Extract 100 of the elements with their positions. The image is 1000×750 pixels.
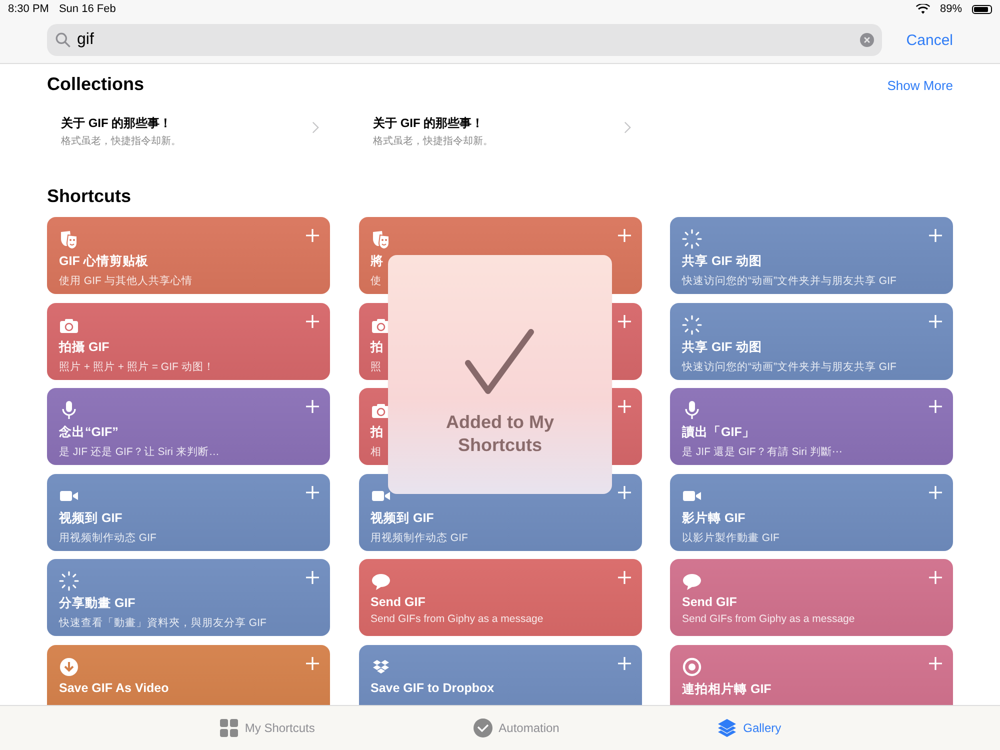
section-heading: Shortcuts	[47, 186, 132, 207]
collection-title: 关于 GIF 的那些事！	[61, 115, 173, 132]
shortcut-subtitle: 快速访问您的“动画”文件夹并与朋友共享 GIF	[682, 274, 896, 288]
shortcut-title: 拍攝 GIF	[59, 338, 110, 356]
target-icon	[682, 656, 702, 676]
shortcut-title: 共享 GIF 动图	[682, 253, 762, 270]
spinner-icon	[59, 571, 79, 591]
shortcut-title: GIF 心情剪贴板	[59, 253, 148, 270]
microphone-icon	[682, 400, 702, 420]
shortcut-subtitle: 使用 GIF 与其他人共享心情	[59, 274, 192, 288]
shortcut-card[interactable]: 影片轉 GIF 以影片製作動畫 GIF	[670, 474, 953, 550]
shortcut-card[interactable]: 共享 GIF 动图 快速访问您的“动画”文件夹并与朋友共享 GIF	[670, 302, 953, 380]
wifi-icon	[916, 4, 930, 14]
tab-item[interactable]: Automation	[468, 706, 564, 750]
shortcut-card[interactable]: Send GIF Send GIFs from Giphy as a message	[670, 559, 953, 636]
spinner-icon	[682, 314, 702, 334]
chevron-icon	[624, 121, 631, 134]
shortcut-title: 將	[370, 253, 384, 270]
add-button[interactable]	[306, 400, 319, 413]
shortcut-card[interactable]: 视频到 GIF 用视频制作动态 GIF	[47, 474, 330, 550]
add-button[interactable]	[929, 229, 942, 242]
battery-percent: 89%	[940, 3, 962, 15]
add-button[interactable]	[618, 314, 630, 328]
shortcut-subtitle: 用视频制作动态 GIF	[59, 530, 156, 544]
grid-icon	[218, 718, 239, 738]
add-button[interactable]	[929, 314, 942, 328]
add-button[interactable]	[618, 486, 630, 498]
shortcut-subtitle: 使	[370, 274, 382, 288]
shortcut-title: 分享動畫 GIF	[59, 595, 136, 612]
tab-item[interactable]: My Shortcuts	[214, 706, 319, 750]
add-button[interactable]	[618, 400, 630, 413]
shortcut-subtitle: Send GIFs from Giphy as a message	[682, 613, 855, 625]
shortcut-subtitle: 快速访问您的“动画”文件夹并与朋友共享 GIF	[682, 360, 896, 374]
shortcut-card[interactable]: GIF 心情剪贴板 使用 GIF 与其他人共享心情	[47, 217, 330, 294]
shortcut-card[interactable]: 分享動畫 GIF 快速查看「動畫」資料夾，與朋友分享 GIF	[47, 559, 330, 636]
shortcut-card[interactable]: 讀出「GIF」 是 JIF 還是 GIF？有請 Siri 判斷⋯	[670, 388, 953, 465]
add-button[interactable]	[618, 229, 630, 242]
add-button[interactable]	[306, 656, 319, 670]
cancel-button[interactable]: Cancel	[906, 32, 953, 48]
shortcut-subtitle: 相	[370, 445, 382, 459]
date-label: Sun 16 Feb	[58, 3, 116, 15]
add-button[interactable]	[306, 314, 319, 328]
shortcut-title: 讀出「GIF」	[682, 424, 755, 441]
microphone-icon	[59, 400, 79, 420]
add-button[interactable]	[929, 486, 942, 498]
shortcut-title: 视频到 GIF	[370, 510, 434, 526]
shortcut-subtitle: 快速查看「動畫」資料夾，與朋友分享 GIF	[59, 616, 266, 630]
shortcut-title: Send GIF	[682, 595, 737, 609]
shortcut-subtitle: 用视频制作动态 GIF	[370, 530, 468, 544]
add-button[interactable]	[618, 656, 630, 670]
shortcut-title: 念出“GIF”	[59, 424, 118, 441]
shortcut-subtitle: 照片 + 照片 + 照片 = GIF 动图！	[59, 360, 214, 374]
add-button[interactable]	[929, 400, 942, 413]
shortcut-subtitle: 是 JIF 還是 GIF？有請 Siri 判斷⋯	[682, 445, 842, 459]
battery-icon	[972, 4, 992, 14]
shortcut-title: 連拍相片轉 GIF	[682, 680, 772, 698]
shortcut-title: Save GIF to Dropbox	[370, 680, 494, 694]
download-icon	[59, 656, 79, 676]
search-icon	[55, 32, 71, 48]
layers-icon	[717, 718, 738, 738]
shortcut-title: 拍	[370, 424, 384, 441]
section-heading: Collections	[47, 74, 144, 95]
shortcut-card[interactable]: Send GIF Send GIFs from Giphy as a message	[358, 559, 642, 636]
add-button[interactable]	[306, 229, 319, 242]
show-more-link[interactable]: Show More	[887, 78, 953, 93]
masks-icon	[370, 229, 390, 249]
collection-title: 关于 GIF 的那些事！	[373, 115, 485, 132]
toast-message: Added to My Shortcuts	[445, 411, 555, 457]
shortcut-subtitle: 以影片製作動畫 GIF	[682, 530, 780, 544]
shortcut-card[interactable]: Save GIF As Video	[47, 644, 330, 706]
clock-time: 8:30 PM	[8, 3, 49, 15]
search-field[interactable]: gif	[47, 24, 882, 56]
checkmark-icon	[465, 329, 535, 395]
chevron-icon	[312, 121, 319, 134]
add-button[interactable]	[306, 571, 319, 584]
masks-icon	[59, 229, 79, 249]
spinner-icon	[682, 229, 702, 249]
tab-item[interactable]: Gallery	[713, 706, 786, 750]
add-button[interactable]	[618, 571, 630, 584]
add-button[interactable]	[929, 571, 942, 584]
shortcut-subtitle: 照	[370, 360, 382, 374]
add-button[interactable]	[306, 486, 319, 498]
clear-icon[interactable]	[860, 33, 874, 47]
shortcut-title: 影片轉 GIF	[682, 510, 746, 526]
shortcut-card[interactable]: 念出“GIF” 是 JIF 还是 GIF？让 Siri 来判断…	[47, 388, 330, 465]
shortcut-title: 共享 GIF 动图	[682, 338, 762, 356]
shortcut-card[interactable]: Save GIF to Dropbox	[358, 644, 642, 706]
shortcut-card[interactable]: 拍攝 GIF 照片 + 照片 + 照片 = GIF 动图！	[47, 302, 330, 380]
shortcut-title: Save GIF As Video	[59, 680, 169, 694]
shortcut-title: 视频到 GIF	[59, 510, 122, 526]
checkmark-circle-icon	[472, 718, 493, 738]
shortcut-subtitle: 是 JIF 还是 GIF？让 Siri 来判断…	[59, 445, 220, 459]
shortcut-card[interactable]: 共享 GIF 动图 快速访问您的“动画”文件夹并与朋友共享 GIF	[670, 217, 953, 294]
shortcut-card[interactable]: 連拍相片轉 GIF	[670, 644, 953, 706]
speech-bubble-icon	[682, 571, 702, 591]
shortcut-title: Send GIF	[370, 595, 426, 609]
speech-bubble-icon	[370, 571, 390, 591]
shortcut-subtitle: Send GIFs from Giphy as a message	[370, 613, 544, 625]
shortcut-title: 拍	[370, 338, 384, 356]
add-button[interactable]	[929, 656, 942, 670]
